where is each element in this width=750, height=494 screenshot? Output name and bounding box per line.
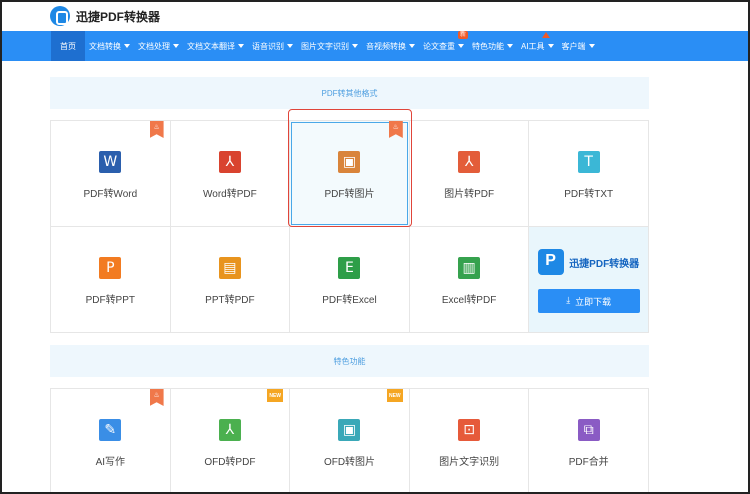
nav-item-label: 首页 (60, 41, 76, 51)
nav-item-label: 语音识别 (252, 41, 284, 51)
chevron-down-icon (588, 44, 595, 48)
brand-name: 迅捷PDF转换器 (76, 9, 161, 24)
tool-card[interactable]: ✎ AI写作 ♨ (51, 389, 171, 494)
edit-icon: ✎ (99, 419, 122, 441)
nav-item-label: 图片文字识别 (301, 41, 349, 51)
fire-glyph: ♨ (153, 123, 160, 131)
tool-card[interactable]: ⅄ 图片转PDF (409, 121, 530, 227)
nav-item-label: 特色功能 (472, 41, 504, 51)
tool-card[interactable]: E PDF转Excel (290, 227, 410, 333)
download-promo-card: 迅捷PDF转换器 ⤓ 立即下载 (529, 227, 649, 333)
promo-app-name: 迅捷PDF转换器 (569, 258, 640, 270)
tool-card-label: PDF转PPT (85, 295, 136, 306)
excel-pdf-icon: ▥ (458, 257, 481, 279)
chevron-down-icon (238, 44, 244, 48)
pdf-icon: ⅄ (218, 151, 241, 173)
new-tag-badge: NEW (386, 389, 403, 402)
tool-card-label: Excel转PDF (441, 295, 497, 306)
tool-card[interactable]: ▤ PPT转PDF (170, 227, 291, 333)
chevron-down-icon (352, 44, 358, 48)
section-pdf-convert-header: PDF转其他格式 (50, 77, 649, 109)
nav-item-8[interactable]: 特色功能 (468, 31, 517, 61)
fire-glyph: ♨ (153, 391, 160, 399)
tool-card-label: 图片文字识别 (439, 457, 500, 468)
nav-item-1[interactable]: 文档转换 (85, 31, 134, 61)
chevron-down-icon (547, 44, 554, 48)
tool-card-label: AI写作 (95, 457, 126, 468)
chevron-down-icon (287, 44, 293, 48)
chevron-down-icon (124, 44, 130, 48)
chevron-down-icon (458, 44, 464, 48)
tool-card[interactable]: P PDF转PPT (51, 227, 171, 333)
hot-triangle-icon (542, 32, 550, 38)
nav-item-label: 文档文本翻译 (187, 41, 235, 51)
tool-card-label: PDF转Excel (322, 295, 377, 306)
image-icon: ▣ (338, 419, 361, 441)
highlight-box (288, 109, 412, 227)
merge-icon: ⧉ (577, 419, 600, 441)
section-title: 特色功能 (333, 356, 366, 366)
section-features-header: 特色功能 (50, 345, 649, 377)
nav-item-2[interactable]: 文档处理 (134, 31, 183, 61)
chevron-down-icon (173, 44, 179, 48)
features-grid: ✎ AI写作 ♨ ⅄ OFD转PDF NEW ▣ OFD转图片 NEW ⊡ 图片文字识别 ⧉ PDF合并 (50, 388, 649, 494)
tool-card-label: PDF转TXT (564, 189, 614, 200)
ppt-icon: P (99, 257, 122, 279)
download-icon: ⤓ (566, 296, 571, 306)
new-tag-badge: NEW (267, 389, 284, 402)
chevron-down-icon (507, 44, 513, 48)
main-nav: 首页 文档转换 文档处理 文档文本翻译 语音识别 图片文字识别 音视频转换 论文查重新特色功能… (51, 31, 599, 61)
promo-logo: 迅捷PDF转换器 (538, 249, 639, 275)
ppt-pdf-icon: ▤ (218, 257, 241, 279)
tool-card[interactable]: ▥ Excel转PDF (409, 227, 530, 333)
tool-card[interactable]: ⧉ PDF合并 (529, 389, 649, 494)
tool-card-label: PPT转PDF (205, 295, 255, 306)
nav-item-label: 论文查重 (423, 41, 455, 51)
tool-card-label: OFD转PDF (204, 457, 256, 468)
main-nav-bar: 首页 文档转换 文档处理 文档文本翻译 语音识别 图片文字识别 音视频转换 论文查重新特色功能… (0, 31, 750, 61)
nav-item-label: AI工具 (521, 41, 545, 51)
hot-fire-icon: ♨ (149, 389, 164, 406)
tool-card-label: Word转PDF (203, 189, 257, 200)
app-logo-icon (538, 249, 565, 275)
tool-card-label: PDF合并 (568, 457, 609, 468)
pdf-icon: ⅄ (458, 151, 481, 173)
nav-item-label: 文档转换 (89, 41, 121, 51)
ocr-icon: ⊡ (458, 419, 481, 441)
tool-card-label: 图片转PDF (444, 189, 495, 200)
nav-item-10[interactable]: 客户端 (558, 31, 599, 61)
nav-item-7[interactable]: 论文查重新 (419, 31, 468, 61)
nav-item-4[interactable]: 语音识别 (248, 31, 297, 61)
nav-item-5[interactable]: 图片文字识别 (297, 31, 362, 61)
tool-card[interactable]: W PDF转Word ♨ (51, 121, 171, 227)
nav-item-label: 音视频转换 (366, 41, 406, 51)
logo-icon (50, 6, 70, 26)
top-header: 迅捷PDF转换器 (0, 0, 750, 31)
text-icon: T (577, 151, 600, 173)
excel-icon: E (338, 257, 361, 279)
tool-card[interactable]: ▣ OFD转图片 NEW (290, 389, 410, 494)
download-button-label: 立即下载 (575, 296, 612, 307)
nav-item-6[interactable]: 音视频转换 (362, 31, 419, 61)
download-now-button[interactable]: ⤓ 立即下载 (537, 289, 640, 313)
pdf-icon: ⅄ (218, 419, 241, 441)
tool-card[interactable]: ⅄ Word转PDF (170, 121, 291, 227)
section-title: PDF转其他格式 (321, 88, 378, 98)
nav-item-0[interactable]: 首页 (51, 31, 85, 61)
new-badge: 新 (457, 31, 468, 39)
tool-card[interactable]: T PDF转TXT (529, 121, 649, 227)
tool-card[interactable]: ⊡ 图片文字识别 (409, 389, 530, 494)
chevron-down-icon (409, 44, 415, 48)
tool-card-label: PDF转Word (83, 189, 138, 200)
tool-card-label: OFD转图片 (323, 457, 376, 468)
nav-item-9[interactable]: AI工具 (517, 31, 558, 61)
brand-logo[interactable]: 迅捷PDF转换器 (50, 6, 160, 26)
nav-item-label: 客户端 (561, 41, 586, 51)
word-icon: W (99, 151, 122, 173)
nav-item-label: 文档处理 (138, 41, 170, 51)
hot-fire-icon: ♨ (149, 121, 164, 138)
nav-item-3[interactable]: 文档文本翻译 (183, 31, 248, 61)
tool-card[interactable]: ⅄ OFD转PDF NEW (170, 389, 291, 494)
